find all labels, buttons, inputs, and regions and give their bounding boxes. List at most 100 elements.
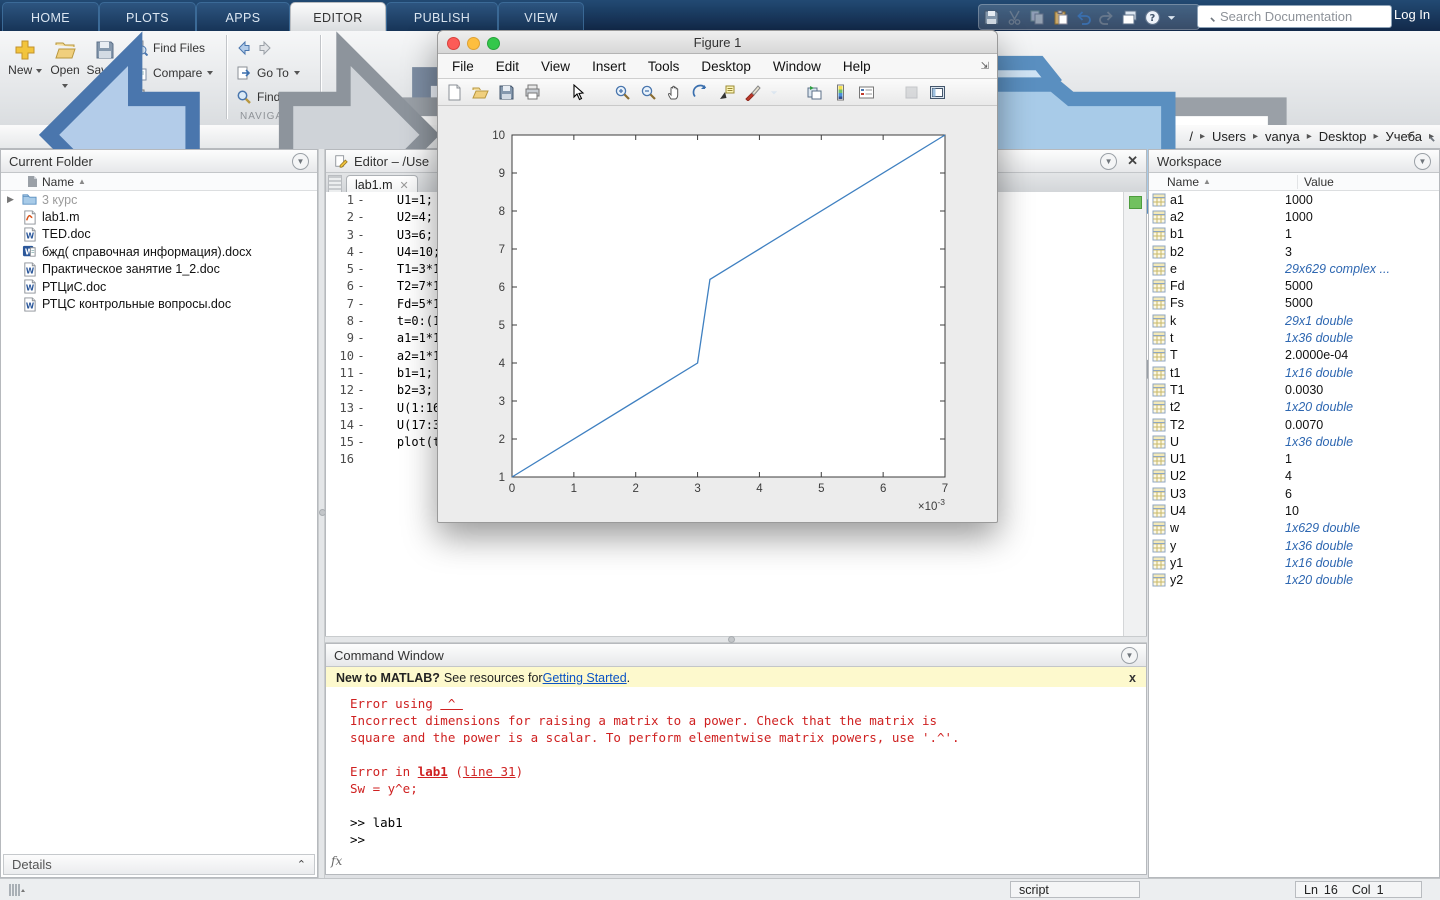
workspace-variable-row[interactable]: w1x629 double <box>1149 520 1439 537</box>
editor-tab-grip[interactable] <box>328 175 342 193</box>
figure-menu-window[interactable]: Window <box>773 59 821 74</box>
editor-command-splitter[interactable] <box>325 636 1147 643</box>
figure-menu-edit[interactable]: Edit <box>496 59 519 74</box>
brush-icon[interactable] <box>744 84 761 101</box>
editor-close-icon[interactable]: ✕ <box>1127 153 1138 169</box>
workspace-variable-row[interactable]: e29x629 complex ... <box>1149 260 1439 277</box>
path-dropdown-icon[interactable] <box>1407 134 1413 138</box>
colorbar-icon[interactable] <box>832 84 849 101</box>
figure-menu-insert[interactable]: Insert <box>592 59 626 74</box>
rotate-3d-icon[interactable] <box>692 84 709 101</box>
file-row[interactable]: lab1.m <box>1 208 317 225</box>
error-link[interactable]: lab1 <box>418 764 448 779</box>
file-row[interactable]: WПрактическое занятие 1_2.doc <box>1 261 317 278</box>
workspace-variable-row[interactable]: y11x16 double <box>1149 554 1439 571</box>
cursor-icon[interactable] <box>569 84 586 101</box>
link-plot-icon[interactable] <box>806 84 823 101</box>
details-expand-icon[interactable]: ⌃ <box>297 858 306 871</box>
command-prompt[interactable]: >> <box>350 831 1146 848</box>
breadcrumb-segment[interactable]: Users <box>1212 129 1246 144</box>
workspace-variable-row[interactable]: T10.0030 <box>1149 381 1439 398</box>
error-output-line: Error using ^ <box>350 695 1146 712</box>
command-output[interactable]: Error using ^ Incorrect dimensions for r… <box>326 687 1146 874</box>
pan-hand-icon[interactable] <box>666 84 683 101</box>
figure-menu-desktop[interactable]: Desktop <box>701 59 751 74</box>
details-label: Details <box>12 857 297 872</box>
legend-icon[interactable] <box>858 84 875 101</box>
workspace-variable-row[interactable]: y1x36 double <box>1149 537 1439 554</box>
details-bar[interactable]: Details ⌃ <box>3 854 315 875</box>
breadcrumb-segment[interactable]: vanya <box>1265 129 1300 144</box>
figure-menu-view[interactable]: View <box>541 59 570 74</box>
folder-row[interactable]: ▶3 курс <box>1 191 317 208</box>
command-window-menu-icon[interactable]: ▼ <box>1121 647 1138 664</box>
plot-area[interactable]: 0123456712345678910×10-3 <box>438 104 997 522</box>
svg-text:5: 5 <box>818 483 824 495</box>
file-row[interactable]: W бжд( справочная информация).docx <box>1 243 317 260</box>
login-button[interactable]: Log In <box>1394 7 1430 22</box>
variable-icon <box>1152 504 1166 518</box>
file-row[interactable]: WРТЦС контрольные вопросы.doc <box>1 295 317 312</box>
minimize-traffic-button[interactable] <box>467 37 480 50</box>
file-row[interactable]: WРТЦиС.doc <box>1 278 317 295</box>
editor-tab-close-icon[interactable]: ✕ <box>400 179 409 192</box>
figure-window[interactable]: Figure 1 File Edit View Insert Tools Desktop W… <box>437 30 998 523</box>
open-folder-icon[interactable] <box>472 84 489 101</box>
workspace-variable-row[interactable]: U11 <box>1149 450 1439 467</box>
plot-tools-dock-icon[interactable] <box>929 84 946 101</box>
breadcrumb-segment[interactable]: / <box>1189 129 1193 144</box>
workspace-variable-row[interactable]: b11 <box>1149 226 1439 243</box>
workspace-variable-row[interactable]: T20.0070 <box>1149 416 1439 433</box>
workspace-variable-row[interactable]: t11x16 double <box>1149 364 1439 381</box>
editor-menu-icon[interactable]: ▼ <box>1100 153 1117 170</box>
zoom-traffic-button[interactable] <box>487 37 500 50</box>
new-doc-icon[interactable] <box>446 84 463 101</box>
workspace-variable-row[interactable]: T2.0000e-04 <box>1149 347 1439 364</box>
plot-tools-off-icon[interactable] <box>903 84 920 101</box>
print-icon[interactable] <box>524 84 541 101</box>
workspace-menu-icon[interactable]: ▼ <box>1414 153 1431 170</box>
workspace-variable-row[interactable]: U24 <box>1149 468 1439 485</box>
figure-menu-tools[interactable]: Tools <box>648 59 680 74</box>
file-row[interactable]: WTED.doc <box>1 226 317 243</box>
workspace-variable-row[interactable]: Fd5000 <box>1149 277 1439 294</box>
caret-icon[interactable] <box>770 84 778 101</box>
workspace-variable-row[interactable]: U36 <box>1149 485 1439 502</box>
getting-started-link[interactable]: Getting Started <box>543 671 627 685</box>
error-link[interactable]: ^ <box>440 696 463 711</box>
workspace-variable-row[interactable]: t21x20 double <box>1149 399 1439 416</box>
left-splitter[interactable] <box>318 149 325 878</box>
workspace-variable-row[interactable]: U410 <box>1149 502 1439 519</box>
save-icon[interactable] <box>498 84 515 101</box>
close-traffic-button[interactable] <box>447 37 460 50</box>
workspace-variable-row[interactable]: t1x36 double <box>1149 329 1439 346</box>
zoom-in-icon[interactable] <box>614 84 631 101</box>
path-search-icon[interactable] <box>1421 128 1436 143</box>
figure-titlebar[interactable]: Figure 1 <box>438 31 997 54</box>
workspace-variable-row[interactable]: a11000 <box>1149 191 1439 208</box>
workspace-variable-row[interactable]: y21x20 double <box>1149 572 1439 589</box>
doc-search-box[interactable]: Search Documentation <box>1197 5 1392 28</box>
current-folder-menu-icon[interactable]: ▼ <box>292 153 309 170</box>
workspace-variable-row[interactable]: a21000 <box>1149 208 1439 225</box>
banner-close-icon[interactable]: x <box>1129 671 1136 685</box>
expand-arrow-icon[interactable]: ▶ <box>7 194 17 205</box>
workspace-variable-row[interactable]: k29x1 double <box>1149 312 1439 329</box>
error-link[interactable]: line 31 <box>463 764 516 779</box>
current-folder-column-header[interactable]: Name ▲ <box>1 173 317 191</box>
figure-menu-help[interactable]: Help <box>843 59 871 74</box>
variable-icon <box>1152 487 1166 501</box>
workspace-variable-row[interactable]: b23 <box>1149 243 1439 260</box>
workspace-variable-row[interactable]: U1x36 double <box>1149 433 1439 450</box>
figure-menu-file[interactable]: File <box>452 59 474 74</box>
fx-icon[interactable]: fx <box>331 853 342 870</box>
figure-axes[interactable]: 0123456712345678910×10-3 <box>438 104 997 522</box>
status-grip-icon[interactable] <box>8 883 26 897</box>
zoom-out-icon[interactable] <box>640 84 657 101</box>
workspace-variable-row[interactable]: Fs5000 <box>1149 295 1439 312</box>
data-cursor-icon[interactable] <box>718 84 735 101</box>
banner-suffix: . <box>627 671 630 685</box>
workspace-column-header[interactable]: Name▲ Value <box>1149 173 1439 191</box>
variable-name: t2 <box>1170 400 1279 414</box>
breadcrumb-segment[interactable]: Desktop <box>1319 129 1367 144</box>
